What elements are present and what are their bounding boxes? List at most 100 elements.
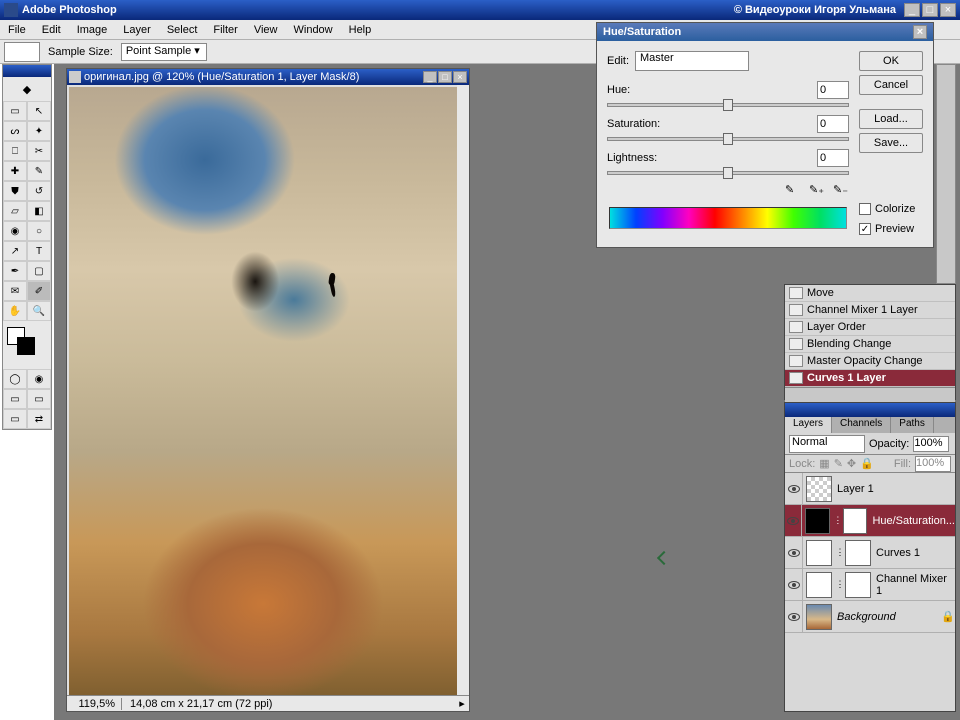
layer-name[interactable]: Background	[835, 611, 941, 623]
preview-checkbox-row[interactable]: ✓ Preview	[859, 223, 923, 235]
layer-mask-thumbnail[interactable]	[845, 572, 871, 598]
layer-thumbnail[interactable]	[806, 476, 832, 502]
history-item[interactable]: Master Opacity Change	[785, 353, 955, 370]
menu-file[interactable]: File	[0, 22, 34, 38]
menu-edit[interactable]: Edit	[34, 22, 69, 38]
lightness-slider[interactable]	[607, 171, 849, 175]
screen-full-icon[interactable]: ▭	[3, 409, 27, 429]
lock-pixels-icon[interactable]: ✎	[834, 457, 843, 470]
menu-window[interactable]: Window	[286, 22, 341, 38]
shape-tool[interactable]: ▢	[27, 261, 51, 281]
layer-mask-thumbnail[interactable]	[843, 508, 868, 534]
heal-tool[interactable]: ✚	[3, 161, 27, 181]
edit-select[interactable]: Master	[635, 51, 749, 71]
hue-slider[interactable]	[607, 103, 849, 107]
layer-name[interactable]: Channel Mixer 1	[874, 573, 955, 597]
canvas[interactable]	[67, 85, 457, 695]
hand-tool[interactable]: ✋	[3, 301, 27, 321]
lasso-tool[interactable]: ᔕ	[3, 121, 27, 141]
layer-visibility-toggle[interactable]	[785, 569, 803, 600]
eyedropper-tool[interactable]: ✐	[27, 281, 51, 301]
document-title-bar[interactable]: оригинал.jpg @ 120% (Hue/Saturation 1, L…	[67, 69, 469, 85]
minimize-button[interactable]: _	[904, 3, 920, 17]
menu-filter[interactable]: Filter	[205, 22, 245, 38]
layer-visibility-toggle[interactable]	[785, 601, 803, 632]
notes-tool[interactable]: ✉	[3, 281, 27, 301]
dialog-title-bar[interactable]: Hue/Saturation ×	[597, 23, 933, 41]
saturation-slider-thumb[interactable]	[723, 133, 733, 145]
sample-size-select[interactable]: Point Sample ▾	[121, 43, 207, 61]
save-button[interactable]: Save...	[859, 133, 923, 153]
brush-tool[interactable]: ✎	[27, 161, 51, 181]
type-tool[interactable]: T	[27, 241, 51, 261]
layers-panel-header[interactable]	[785, 403, 955, 417]
layer-thumbnail[interactable]	[806, 572, 832, 598]
layer-link-icon[interactable]: ⋮	[835, 547, 845, 558]
zoom-level[interactable]: 119,5%	[67, 698, 121, 710]
menu-image[interactable]: Image	[69, 22, 116, 38]
layer-row[interactable]: Background 🔒	[785, 601, 955, 633]
gradient-tool[interactable]: ◧	[27, 201, 51, 221]
layer-row-active[interactable]: ⋮ Hue/Saturation...	[785, 505, 955, 537]
layer-link-icon[interactable]: ⋮	[835, 579, 845, 590]
close-button[interactable]: ×	[940, 3, 956, 17]
layer-thumbnail[interactable]	[806, 604, 832, 630]
menu-layer[interactable]: Layer	[115, 22, 159, 38]
history-item[interactable]: Blending Change	[785, 336, 955, 353]
lock-all-icon[interactable]: 🔒	[860, 457, 874, 470]
imageready-icon[interactable]: ⇄	[27, 409, 51, 429]
color-spectrum[interactable]	[609, 207, 847, 229]
history-brush-tool[interactable]: ↺	[27, 181, 51, 201]
move-tool[interactable]: ↖	[27, 101, 51, 121]
blend-mode-select[interactable]: Normal	[789, 435, 865, 453]
preview-checkbox[interactable]: ✓	[859, 223, 871, 235]
history-item[interactable]: Channel Mixer 1 Layer	[785, 302, 955, 319]
screen-full-menu-icon[interactable]: ▭	[27, 389, 51, 409]
stamp-tool[interactable]: ⛊	[3, 181, 27, 201]
cancel-button[interactable]: Cancel	[859, 75, 923, 95]
layer-row[interactable]: ⋮ Channel Mixer 1	[785, 569, 955, 601]
tab-channels[interactable]: Channels	[832, 417, 891, 433]
crop-tool[interactable]: ⎕	[3, 141, 27, 161]
eyedropper-icon[interactable]: ✎	[785, 183, 801, 199]
layer-visibility-toggle[interactable]	[785, 473, 803, 504]
screen-standard-icon[interactable]: ▭	[3, 389, 27, 409]
saturation-input[interactable]	[817, 115, 849, 133]
pen-tool[interactable]: ✒	[3, 261, 27, 281]
color-swatches[interactable]	[3, 325, 51, 365]
doc-maximize-button[interactable]: □	[438, 71, 452, 83]
layer-name[interactable]: Layer 1	[835, 483, 955, 495]
wand-tool[interactable]: ✦	[27, 121, 51, 141]
eyedropper-subtract-icon[interactable]: ✎₋	[833, 183, 849, 199]
lock-position-icon[interactable]: ✥	[847, 457, 856, 470]
saturation-slider[interactable]	[607, 137, 849, 141]
fill-input[interactable]: 100%	[915, 456, 951, 472]
lightness-input[interactable]	[817, 149, 849, 167]
blur-tool[interactable]: ◉	[3, 221, 27, 241]
history-item[interactable]: Layer Order	[785, 319, 955, 336]
menu-help[interactable]: Help	[341, 22, 380, 38]
zoom-tool[interactable]: 🔍	[27, 301, 51, 321]
eraser-tool[interactable]: ▱	[3, 201, 27, 221]
doc-minimize-button[interactable]: _	[423, 71, 437, 83]
layer-thumbnail[interactable]	[806, 540, 832, 566]
marquee-tool[interactable]: ▭	[3, 101, 27, 121]
status-menu-icon[interactable]: ▸	[455, 697, 469, 710]
tab-layers[interactable]: Layers	[785, 417, 832, 433]
dodge-tool[interactable]: ○	[27, 221, 51, 241]
layer-name[interactable]: Curves 1	[874, 547, 955, 559]
eyedropper-add-icon[interactable]: ✎₊	[809, 183, 825, 199]
quickmask-mode-icon[interactable]: ◉	[27, 369, 51, 389]
standard-mode-icon[interactable]: ◯	[3, 369, 27, 389]
hue-slider-thumb[interactable]	[723, 99, 733, 111]
layer-visibility-toggle[interactable]	[785, 537, 803, 568]
tool-preset-picker[interactable]	[4, 42, 40, 62]
path-tool[interactable]: ↗	[3, 241, 27, 261]
history-item-active[interactable]: Curves 1 Layer	[785, 370, 955, 387]
slice-tool[interactable]: ✂	[27, 141, 51, 161]
layer-mask-thumbnail[interactable]	[845, 540, 871, 566]
toolbox-header[interactable]	[3, 65, 51, 77]
colorize-checkbox[interactable]	[859, 203, 871, 215]
ok-button[interactable]: OK	[859, 51, 923, 71]
background-color[interactable]	[17, 337, 35, 355]
